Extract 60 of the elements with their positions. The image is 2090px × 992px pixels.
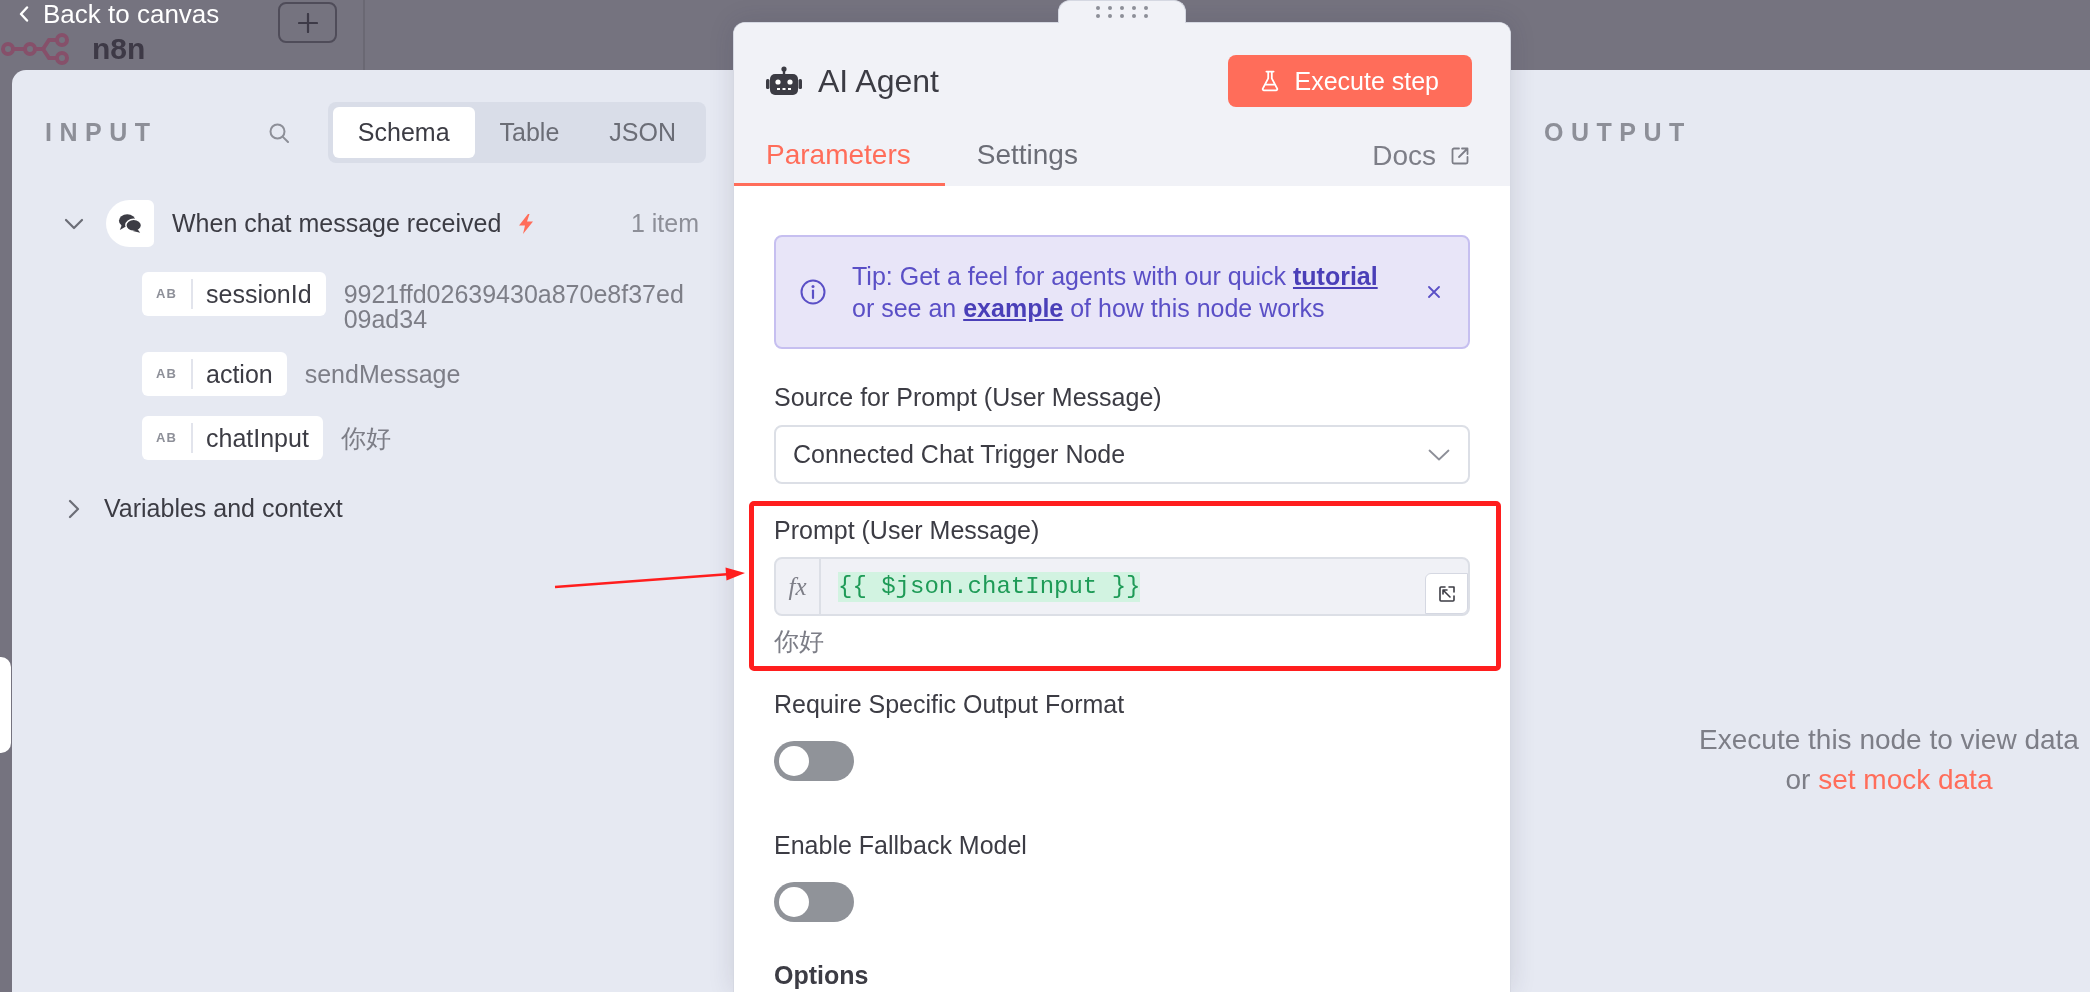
expression-field[interactable]: fx {{ $json.chatInput }}: [774, 557, 1470, 616]
tip-link[interactable]: example: [963, 294, 1064, 322]
close-icon[interactable]: [1428, 286, 1440, 298]
nodes-logo-icon: [0, 31, 70, 67]
toggle-switch[interactable]: [774, 741, 854, 781]
flask-icon: [1261, 70, 1280, 92]
field-value: 你好: [340, 423, 391, 451]
type-badge: AB: [142, 359, 193, 389]
view-tab[interactable]: Table: [474, 107, 585, 158]
parameter-label: Require Specific Output Format: [774, 689, 1126, 719]
plus-icon: [297, 12, 318, 33]
info-icon: [800, 279, 826, 305]
side-handle[interactable]: [0, 657, 11, 753]
field-name: action: [205, 359, 274, 389]
group-name[interactable]: Variables and context: [104, 494, 343, 523]
select-field[interactable]: Connected Chat Trigger Node: [774, 425, 1470, 484]
expression-result: 你好: [774, 626, 825, 656]
expand-icon: [1437, 584, 1456, 603]
type-badge: AB: [142, 279, 193, 309]
node-title: AI Agent: [818, 62, 939, 100]
fx-label: fx: [776, 559, 821, 614]
panel-title: OUTPUT: [1544, 118, 1692, 147]
node-name[interactable]: When chat message received: [172, 209, 502, 238]
add-button[interactable]: [278, 2, 337, 43]
chat-bubbles-icon: [106, 200, 154, 247]
view-tab[interactable]: JSON: [584, 107, 701, 158]
panel-title: INPUT: [45, 118, 158, 147]
field-value: sendMessage: [304, 359, 461, 387]
field-chip[interactable]: AB chatInput: [142, 416, 323, 460]
robot-icon: [766, 66, 802, 96]
expression-code: {{ $json.chatInput }}: [838, 571, 1141, 602]
expand-button[interactable]: [1425, 573, 1468, 614]
item-count: 1 item: [630, 209, 700, 238]
docs-link[interactable]: Docs: [1372, 126, 1470, 186]
back-to-canvas-button[interactable]: Back to canvas: [0, 0, 220, 28]
grip-icon: [1096, 6, 1148, 18]
chevron-left-icon: [19, 6, 29, 22]
field-chip[interactable]: AB sessionId: [142, 272, 326, 316]
empty-state-text: Execute this node to view data or set mock data: [1699, 723, 2079, 797]
panel-tab[interactable]: Settings: [944, 126, 1112, 186]
field-value: 9921ffd02639430a870e8f37ed09ad34: [343, 279, 685, 332]
chevron-right-icon[interactable]: [68, 498, 80, 519]
chevron-down-icon: [1428, 448, 1450, 461]
field-chip[interactable]: AB action: [142, 352, 287, 396]
parameter-label: Prompt (User Message): [774, 515, 1041, 545]
tip-link[interactable]: tutorial: [1292, 262, 1378, 290]
chevron-down-icon[interactable]: [64, 217, 84, 230]
section-title: Options: [774, 960, 870, 990]
tip-text: Tip: Get a feel for agents with our quick tutorial or see an example of how this node works: [852, 261, 1378, 324]
parameter-label: Enable Fallback Model: [774, 830, 1028, 860]
view-tab[interactable]: Schema: [332, 107, 475, 158]
field-name: sessionId: [205, 279, 313, 309]
parameter-label: Source for Prompt (User Message): [774, 382, 1163, 412]
toggle-switch[interactable]: [774, 882, 854, 922]
external-link-icon: [1450, 146, 1470, 166]
type-badge: AB: [142, 423, 193, 453]
brand-name: n8n: [92, 31, 146, 67]
drag-handle[interactable]: [1058, 0, 1186, 23]
field-name: chatInput: [205, 423, 310, 453]
search-icon[interactable]: [268, 122, 289, 143]
